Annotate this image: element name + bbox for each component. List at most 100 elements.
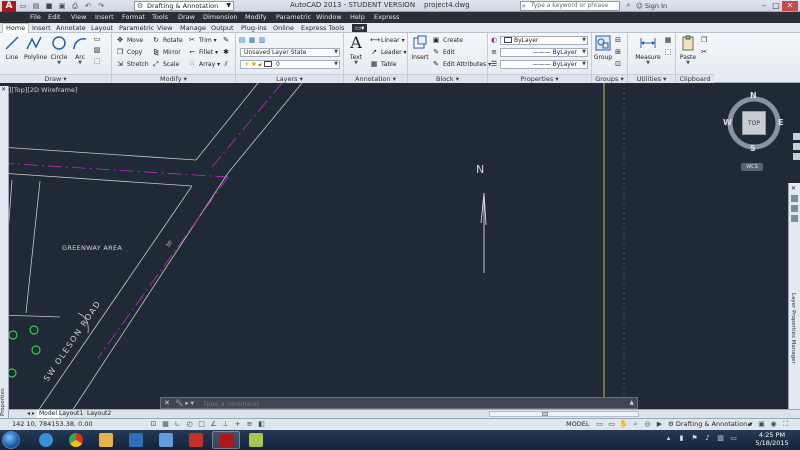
workspace-select[interactable]: ⚙ Drafting & Annotation ▼ — [134, 1, 234, 11]
lineweight-select[interactable]: ——— ByLayer ▼ — [500, 60, 588, 69]
maximize-button[interactable]: □ — [770, 1, 782, 11]
steering-wheel-icon[interactable]: ◎ — [642, 420, 653, 429]
tab-manage[interactable]: Manage — [180, 24, 206, 32]
viewcube-top-face[interactable]: TOP — [742, 111, 766, 135]
menu-insert[interactable]: Insert — [95, 13, 114, 22]
viewcube-east[interactable]: E — [778, 118, 783, 127]
utilities-panel-title[interactable]: Utilities ▾ — [628, 74, 675, 83]
grid-icon[interactable]: ▦ — [160, 420, 171, 429]
close-button[interactable]: ✕ — [782, 1, 798, 11]
palette-tool-icon[interactable] — [791, 215, 798, 222]
linear-button[interactable]: ⟷ Linear ▾ — [370, 36, 405, 45]
start-button[interactable] — [2, 431, 20, 449]
annotation-panel-title[interactable]: Annotation ▾ — [344, 74, 407, 83]
viewcube[interactable]: TOP N S E W — [722, 91, 786, 155]
viewcube-north[interactable]: N — [750, 91, 757, 100]
properties-panel-title[interactable]: Properties ▾ — [488, 74, 591, 83]
chevron-up-icon[interactable]: ▲ — [629, 399, 634, 406]
menu-window[interactable]: Window — [316, 13, 342, 22]
create-block-button[interactable]: ▣ Create — [432, 36, 463, 45]
tab-layout2[interactable]: Layout2 — [85, 410, 113, 418]
taskbar-autocad[interactable] — [212, 431, 240, 449]
hardware-icon[interactable]: ▣ — [756, 420, 767, 429]
close-icon[interactable]: ✕ — [1, 86, 6, 93]
quick-view-icon[interactable]: ▭ — [594, 420, 605, 429]
taskbar-explorer[interactable] — [92, 431, 120, 449]
open-icon[interactable]: ▤ — [31, 1, 41, 11]
pan-icon[interactable] — [792, 143, 800, 150]
volume-icon[interactable]: ♪ — [703, 434, 712, 443]
tab-output[interactable]: Output — [211, 24, 234, 32]
command-tools[interactable]: 🔧︎ ▸ ▾ — [175, 399, 194, 407]
polyline-button[interactable]: Polyline — [24, 35, 47, 61]
paste-button[interactable]: Paste ▼ — [678, 35, 698, 66]
ortho-icon[interactable]: ∟ — [172, 420, 183, 429]
ducs-icon[interactable]: ⊥ — [220, 420, 231, 429]
menu-draw[interactable]: Draw — [178, 13, 195, 22]
otrack-icon[interactable]: ∠ — [208, 420, 219, 429]
stretch-button[interactable]: ⇲ Stretch — [116, 60, 149, 69]
layer-tool-button-2[interactable]: ▥ — [258, 36, 267, 45]
redo-icon[interactable]: ↷ — [96, 1, 106, 11]
zoom-status-icon[interactable]: ⌕ — [630, 420, 641, 429]
saveas-icon[interactable]: ▣ — [57, 1, 67, 11]
copy-button[interactable]: ❐ Copy — [116, 48, 142, 57]
nav-wheel-icon[interactable] — [792, 133, 800, 140]
model-space-toggle[interactable]: MODEL — [566, 420, 589, 429]
tab-online[interactable]: Online — [273, 24, 294, 32]
menu-parametric[interactable]: Parametric — [276, 13, 311, 22]
showmotion-icon[interactable]: ▶ — [654, 420, 665, 429]
layers-panel-title[interactable]: Layers ▾ — [236, 74, 343, 83]
clipboard-panel-title[interactable]: Clipboard — [676, 74, 714, 83]
tab-home[interactable]: Home — [2, 23, 30, 33]
array-button[interactable]: ⁙ Array ▾ — [188, 60, 220, 69]
layout-nav-arrows[interactable]: ◂ ▸ — [27, 410, 35, 417]
modify-panel-title[interactable]: Modify ▾ — [112, 74, 235, 83]
tab-plugins[interactable]: Plug-ins — [241, 24, 267, 32]
trim-button[interactable]: ✂ Trim ▾ — [188, 36, 217, 45]
viewcube-west[interactable]: W — [723, 118, 732, 127]
group-edit-button[interactable]: ⊞ — [614, 48, 623, 57]
tab-model[interactable]: Model — [37, 410, 60, 418]
edit-attributes-button[interactable]: ✎ Edit Attributes ▾ — [432, 60, 491, 69]
arc-button[interactable]: Arc ▼ — [70, 35, 90, 66]
menu-modify[interactable]: Modify — [245, 13, 267, 22]
workspace-switch[interactable]: ⚙ Drafting & Annotation ▾ — [668, 420, 753, 429]
move-button[interactable]: ✥ Move — [116, 36, 143, 45]
properties-palette-strip[interactable]: ✕ Properties — [0, 86, 9, 426]
search-go-icon[interactable]: ⌕ — [624, 1, 633, 10]
command-input[interactable] — [203, 399, 628, 408]
print-icon[interactable]: ⎙ — [70, 1, 80, 11]
autocad-logo[interactable]: A — [2, 1, 16, 12]
close-icon[interactable]: ✕ — [791, 185, 796, 192]
tab-layout1[interactable]: Layout1 — [57, 410, 85, 418]
tray-icon[interactable]: ▴ — [664, 434, 673, 443]
layer-properties-palette-strip[interactable]: ✕ Layer Properties Manager — [788, 183, 800, 411]
osnap-icon[interactable]: □ — [196, 420, 207, 429]
transparency-icon[interactable]: ◧ — [256, 420, 267, 429]
explode-button[interactable]: ✱ — [222, 48, 231, 57]
tab-layout[interactable]: Layout — [91, 24, 113, 32]
menu-express[interactable]: Express — [374, 13, 399, 22]
polar-icon[interactable]: ◴ — [184, 420, 195, 429]
fillet-button[interactable]: ⌐ Fillet ▾ — [188, 48, 218, 57]
erase-button[interactable]: ✎ — [222, 36, 231, 45]
layer-select[interactable]: ☀ ✺ 🔓︎ 0 ▼ — [240, 60, 340, 69]
draw-panel-title[interactable]: Draw ▾ — [0, 74, 111, 83]
block-panel-title[interactable]: Block ▾ — [408, 74, 487, 83]
copy-clip-button[interactable]: ❐ — [700, 36, 709, 45]
edit-block-button[interactable]: ✎ Edit — [432, 48, 455, 57]
taskbar-chrome[interactable] — [62, 431, 90, 449]
lineweight-toggle-icon[interactable]: ≡ — [244, 420, 255, 429]
wcs-menu[interactable]: WCS — [741, 163, 763, 171]
hatch-button[interactable]: ▨ — [93, 46, 102, 55]
close-icon[interactable]: ✕ — [164, 399, 170, 407]
pan-status-icon[interactable]: ✋ — [618, 420, 629, 429]
utility-button-2[interactable]: ⬚ — [664, 48, 673, 57]
insert-block-button[interactable]: Insert — [410, 35, 430, 61]
taskbar-ie[interactable] — [32, 431, 60, 449]
snap-icon[interactable]: ⊡ — [148, 420, 159, 429]
circle-button[interactable]: Circle ▼ — [49, 35, 69, 66]
tab-parametric[interactable]: Parametric — [119, 24, 154, 32]
horizontal-scrollbar[interactable] — [489, 411, 639, 417]
